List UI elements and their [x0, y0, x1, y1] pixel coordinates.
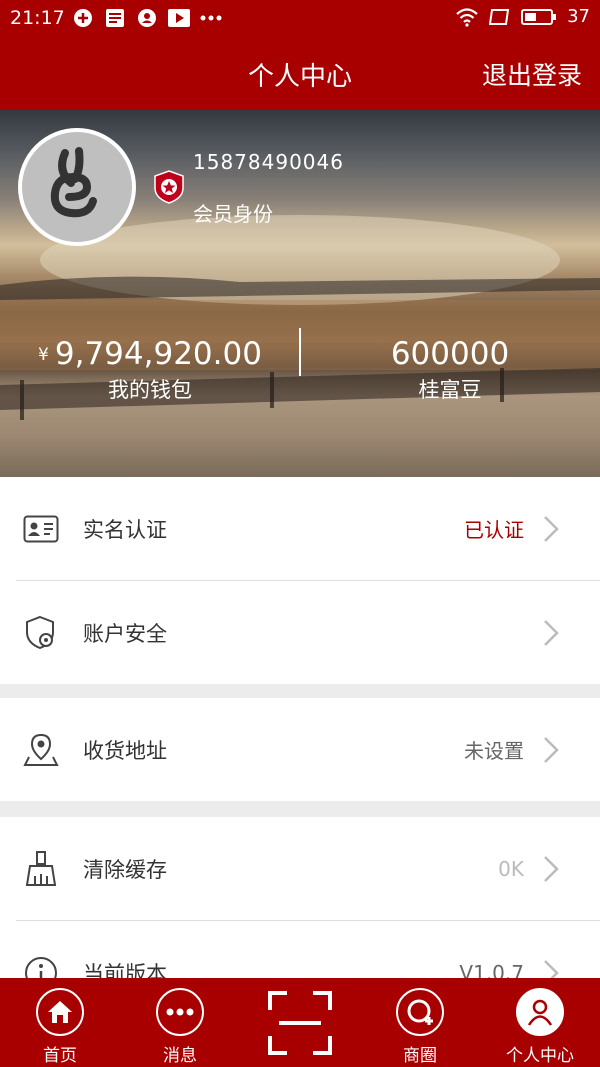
beans-amount: 600000: [390, 336, 510, 372]
avatar[interactable]: [18, 128, 136, 246]
rabbit-logo-icon: [50, 147, 97, 218]
tab-messages[interactable]: 消息: [120, 978, 240, 1067]
shop-circle-icon: [396, 988, 444, 1036]
menu-item-clear-cache[interactable]: 清除缓存 0K: [0, 817, 600, 920]
news-icon: [104, 7, 126, 29]
shield-gear-icon: [22, 614, 60, 652]
menu-group-address: 收货地址 未设置: [0, 698, 600, 801]
beans-section[interactable]: 600000 桂富豆: [300, 336, 600, 404]
address-label: 收货地址: [83, 738, 167, 763]
profile-icon: [516, 988, 564, 1036]
tab-profile[interactable]: 个人中心: [480, 978, 600, 1067]
logout-button[interactable]: 退出登录: [482, 56, 582, 92]
tab-scan[interactable]: [240, 978, 360, 1067]
home-icon: [36, 988, 84, 1036]
messages-icon: [156, 988, 204, 1036]
profile-header: 15878490046 会员身份 ¥9,794,920.00 我的钱包 6000…: [0, 110, 600, 477]
screen-rotate-icon: [489, 8, 510, 25]
sync-icon: [72, 7, 94, 29]
chevron-right-icon: [544, 736, 559, 763]
menu-item-address[interactable]: 收货地址 未设置: [0, 698, 600, 801]
address-status: 未设置: [464, 739, 524, 763]
beans-label: 桂富豆: [418, 378, 482, 402]
currency-symbol: ¥: [38, 345, 49, 365]
info-icon: [22, 954, 60, 978]
member-badge-icon: [154, 170, 184, 204]
battery-icon: [521, 8, 557, 25]
battery-level: 37: [567, 6, 590, 27]
user-phone: 15878490046: [193, 150, 344, 174]
status-right: 37: [455, 6, 590, 27]
cache-size: 0K: [498, 856, 524, 881]
wifi-icon: [456, 7, 478, 27]
chevron-right-icon: [544, 959, 559, 978]
menu-item-realname[interactable]: 实名认证 已认证: [0, 477, 600, 580]
chevron-right-icon: [544, 855, 559, 882]
wallet-amount: 9,794,920.00: [54, 336, 262, 372]
menu-group-account: 实名认证 已认证 账户安全: [0, 477, 600, 684]
version-label: 当前版本: [83, 961, 167, 979]
chevron-right-icon: [544, 619, 559, 646]
broom-icon: [22, 850, 60, 888]
wallet-section[interactable]: ¥9,794,920.00 我的钱包: [0, 336, 300, 404]
realname-status: 已认证: [464, 518, 524, 542]
clear-cache-label: 清除缓存: [83, 857, 167, 882]
location-pin-icon: [22, 731, 60, 769]
tab-home[interactable]: 首页: [0, 978, 120, 1067]
scan-icon: [268, 991, 332, 1055]
member-status[interactable]: 会员身份: [193, 198, 273, 227]
version-value: V1.0.7: [459, 960, 524, 979]
tab-messages-label: 消息: [163, 1046, 197, 1066]
menu-item-security[interactable]: 账户安全: [0, 581, 600, 684]
tab-home-label: 首页: [43, 1046, 77, 1066]
wallet-amount-line: ¥9,794,920.00: [0, 336, 300, 372]
video-icon: [168, 7, 190, 29]
menu-item-version[interactable]: 当前版本 V1.0.7: [0, 921, 600, 978]
notification-icons: [72, 7, 222, 29]
chevron-right-icon: [544, 515, 559, 542]
account-icon: [136, 7, 158, 29]
tab-profile-label: 个人中心: [506, 1046, 574, 1066]
id-card-icon: [22, 510, 60, 548]
realname-label: 实名认证: [83, 517, 167, 542]
status-time: 21:17: [10, 7, 65, 29]
status-bar: 21:17 37: [0, 0, 600, 36]
security-label: 账户安全: [83, 621, 167, 646]
more-notifications-icon: [200, 7, 222, 29]
wallet-label: 我的钱包: [108, 378, 192, 402]
title-bar: 个人中心 退出登录: [0, 36, 600, 110]
tab-shop-label: 商圈: [403, 1046, 437, 1066]
bottom-tab-bar: 首页 消息 商圈 个人中心: [0, 978, 600, 1067]
menu-group-app: 清除缓存 0K 当前版本 V1.0.7: [0, 817, 600, 978]
tab-shop[interactable]: 商圈: [360, 978, 480, 1067]
